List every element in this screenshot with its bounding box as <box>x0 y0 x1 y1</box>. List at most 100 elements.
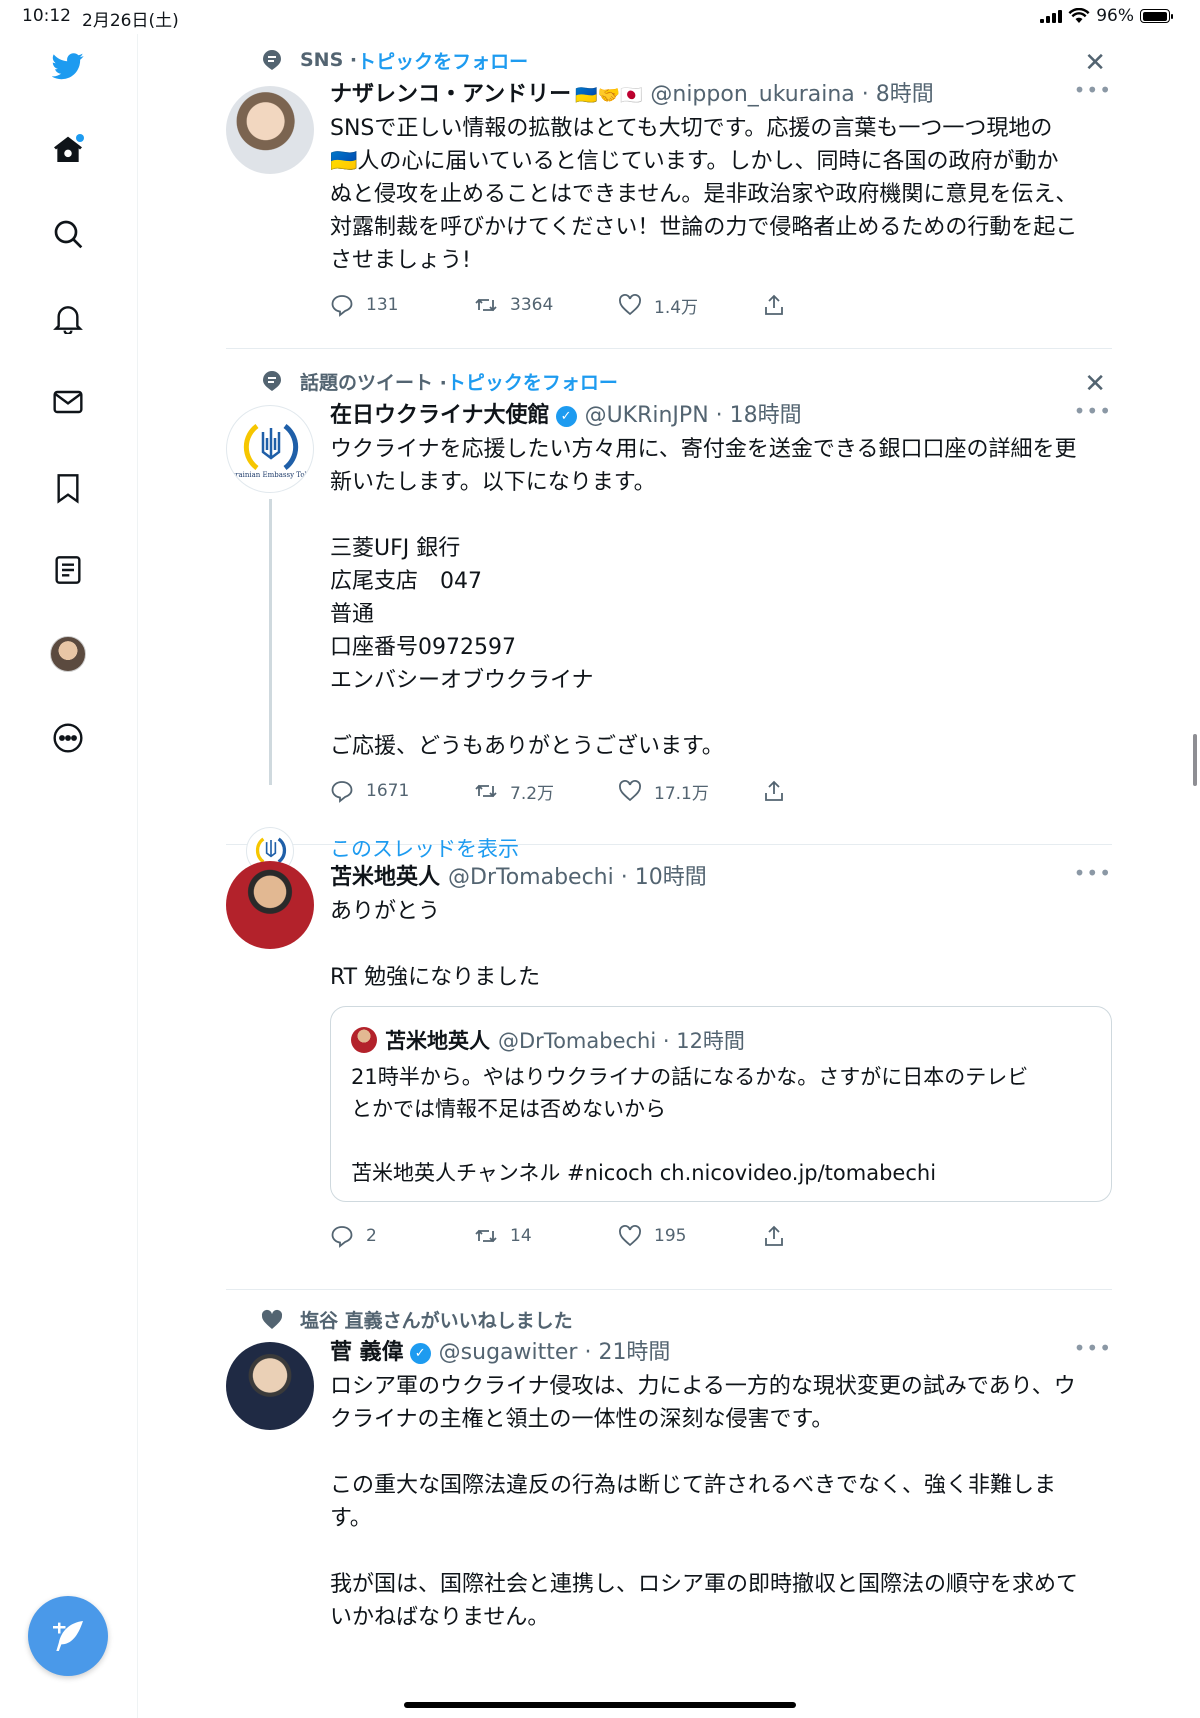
follow-topic-link[interactable]: トピックをフォロー <box>447 368 618 395</box>
reply-icon <box>331 781 353 803</box>
reply-icon <box>331 295 353 317</box>
compose-feather-icon <box>53 1621 83 1651</box>
lists-icon[interactable] <box>46 548 90 592</box>
reply-button[interactable]: 1671 <box>330 779 474 803</box>
retweet-button[interactable]: 7.2万 <box>474 779 618 804</box>
like-count: 195 <box>654 1226 687 1246</box>
share-icon <box>765 780 783 801</box>
author-handle[interactable]: @nippon_ukuraina · 8時間 <box>650 76 933 108</box>
compose-button[interactable] <box>28 1596 108 1676</box>
share-button[interactable] <box>762 293 906 317</box>
like-button[interactable]: 195 <box>618 1224 762 1248</box>
bookmark-icon[interactable] <box>46 466 90 510</box>
quoted-tweet-text: 21時半から。やはりウクライナの話になるかな。さすがに日本のテレビ とかでは情報… <box>351 1065 1029 1185</box>
heart-filled-icon <box>261 1309 283 1329</box>
tweet-header: ナザレンコ・アンドリー 🇺🇦🤝🇯🇵 @nippon_ukuraina · 8時間… <box>330 76 1112 112</box>
notification-dot <box>76 134 84 142</box>
quoted-tweet-header: 苫米地英人 @DrTomabechi · 12時間 <box>351 1023 1091 1057</box>
author-handle[interactable]: @DrTomabechi · 10時間 <box>448 859 707 891</box>
status-bar: 10:12 2月26日(土) 96% <box>0 0 1200 34</box>
verified-badge-icon: ✓ <box>409 1343 431 1364</box>
more-options-icon[interactable]: ••• <box>1074 399 1112 423</box>
home-icon[interactable] <box>46 128 90 172</box>
battery-percent: 96% <box>1096 6 1134 26</box>
status-time: 10:12 <box>22 6 71 26</box>
tweet-text: ありがとう RT 勉強になりました <box>330 899 541 990</box>
share-button[interactable] <box>762 779 906 803</box>
sidebar <box>0 34 138 1718</box>
more-options-icon[interactable]: ••• <box>1074 861 1112 885</box>
avatar[interactable] <box>226 861 314 949</box>
author-name[interactable]: 菅 義偉 <box>330 1334 404 1366</box>
reply-button[interactable]: 131 <box>330 293 474 317</box>
like-button[interactable]: 17.1万 <box>618 779 762 804</box>
signal-icon <box>1040 9 1063 23</box>
share-icon <box>765 294 783 315</box>
close-icon[interactable]: ✕ <box>1084 48 1106 78</box>
close-icon[interactable]: ✕ <box>1084 369 1106 399</box>
avatar[interactable] <box>226 86 314 174</box>
thread-line <box>269 499 272 785</box>
context-label: 塩谷 直義さんがいいねしました <box>300 1309 573 1332</box>
search-icon[interactable] <box>46 212 90 256</box>
retweet-count: 7.2万 <box>510 783 555 804</box>
context-label: SNS · <box>300 49 358 71</box>
retweet-count: 14 <box>510 1226 532 1246</box>
tweet[interactable]: SNS · トピックをフォロー ✕ ナザレンコ・アンドリー 🇺🇦🤝🇯🇵 @nip… <box>226 34 1112 349</box>
like-count: 1.4万 <box>654 297 699 318</box>
tweet[interactable]: 苫米地英人 @DrTomabechi · 10時間 ••• ありがとう RT 勉… <box>226 845 1112 1290</box>
home-indicator[interactable] <box>404 1702 796 1708</box>
share-icon <box>765 1225 783 1246</box>
avatar[interactable] <box>226 1342 314 1430</box>
tweet[interactable]: 塩谷 直義さんがいいねしました 菅 義偉 ✓ @sugawitter · 21時… <box>226 1290 1112 1634</box>
reply-button[interactable]: 2 <box>330 1224 474 1248</box>
tweet[interactable]: 話題のツイート · トピックをフォロー ✕ Ukrainian Embassy … <box>226 349 1112 875</box>
retweet-button[interactable]: 3364 <box>474 293 618 317</box>
tweet-text: ウクライナを応援したい方々用に、寄付金を送金できる銀口口座の詳細を更 新いたしま… <box>330 437 1077 759</box>
mail-icon[interactable] <box>46 380 90 424</box>
avatar[interactable]: Ukrainian Embassy Tokyo <box>226 405 314 493</box>
share-button[interactable] <box>762 1224 906 1248</box>
more-options-icon[interactable]: ••• <box>1074 78 1112 102</box>
avatar-logo-text: Ukrainian Embassy Tokyo <box>227 471 314 479</box>
retweet-icon <box>475 784 497 798</box>
more-circle-icon[interactable] <box>46 716 90 760</box>
tweet-header: 菅 義偉 ✓ @sugawitter · 21時間 ••• <box>330 1334 1112 1370</box>
quoted-avatar <box>351 1027 377 1053</box>
tweet-header: 苫米地英人 @DrTomabechi · 10時間 ••• <box>330 859 1112 895</box>
reply-icon <box>331 1226 353 1248</box>
profile-avatar[interactable] <box>46 632 90 676</box>
twitter-bird-icon[interactable] <box>46 44 90 88</box>
retweet-button[interactable]: 14 <box>474 1224 618 1248</box>
quoted-tweet[interactable]: 苫米地英人 @DrTomabechi · 12時間 21時半から。やはりウクライ… <box>330 1006 1112 1202</box>
topic-icon <box>263 371 281 391</box>
quoted-author-handle: @DrTomabechi · 12時間 <box>498 1029 745 1053</box>
tweet-actions: 2 14 195 <box>330 1208 1112 1264</box>
battery-icon <box>1140 9 1173 23</box>
tweet-text: ロシア軍のウクライナ侵攻は、力による一方的な現状変更の試みであり、ウ クライナの… <box>330 1374 1079 1630</box>
author-name[interactable]: 在日ウクライナ大使館 <box>330 397 550 429</box>
follow-topic-link[interactable]: トピックをフォロー <box>357 47 528 74</box>
more-options-icon[interactable]: ••• <box>1074 1336 1112 1360</box>
scrollbar[interactable] <box>1193 734 1197 786</box>
author-handle[interactable]: @sugawitter · 21時間 <box>439 1334 671 1366</box>
status-date: 2月26日(土) <box>82 11 179 31</box>
tweet-context: 話題のツイート · トピックをフォロー ✕ <box>226 365 1112 399</box>
verified-badge-icon: ✓ <box>555 406 577 427</box>
context-label: 話題のツイート · <box>300 371 447 394</box>
bell-icon[interactable] <box>46 296 90 340</box>
tweet-context: 塩谷 直義さんがいいねしました <box>226 1304 1112 1334</box>
reply-count: 2 <box>366 1226 377 1246</box>
author-handle[interactable]: @UKRinJPN · 18時間 <box>585 397 802 429</box>
heart-icon <box>619 780 641 802</box>
like-count: 17.1万 <box>654 783 709 804</box>
status-right: 96% <box>1040 6 1173 26</box>
author-name[interactable]: 苫米地英人 <box>330 859 440 891</box>
tweet-context: SNS · トピックをフォロー ✕ <box>226 44 1112 78</box>
like-button[interactable]: 1.4万 <box>618 293 762 318</box>
author-name[interactable]: ナザレンコ・アンドリー <box>330 76 571 108</box>
retweet-count: 3364 <box>510 295 554 315</box>
reply-count: 1671 <box>366 781 410 801</box>
tweet-actions: 1671 7.2万 17.1万 <box>330 763 1112 819</box>
reply-count: 131 <box>366 295 399 315</box>
